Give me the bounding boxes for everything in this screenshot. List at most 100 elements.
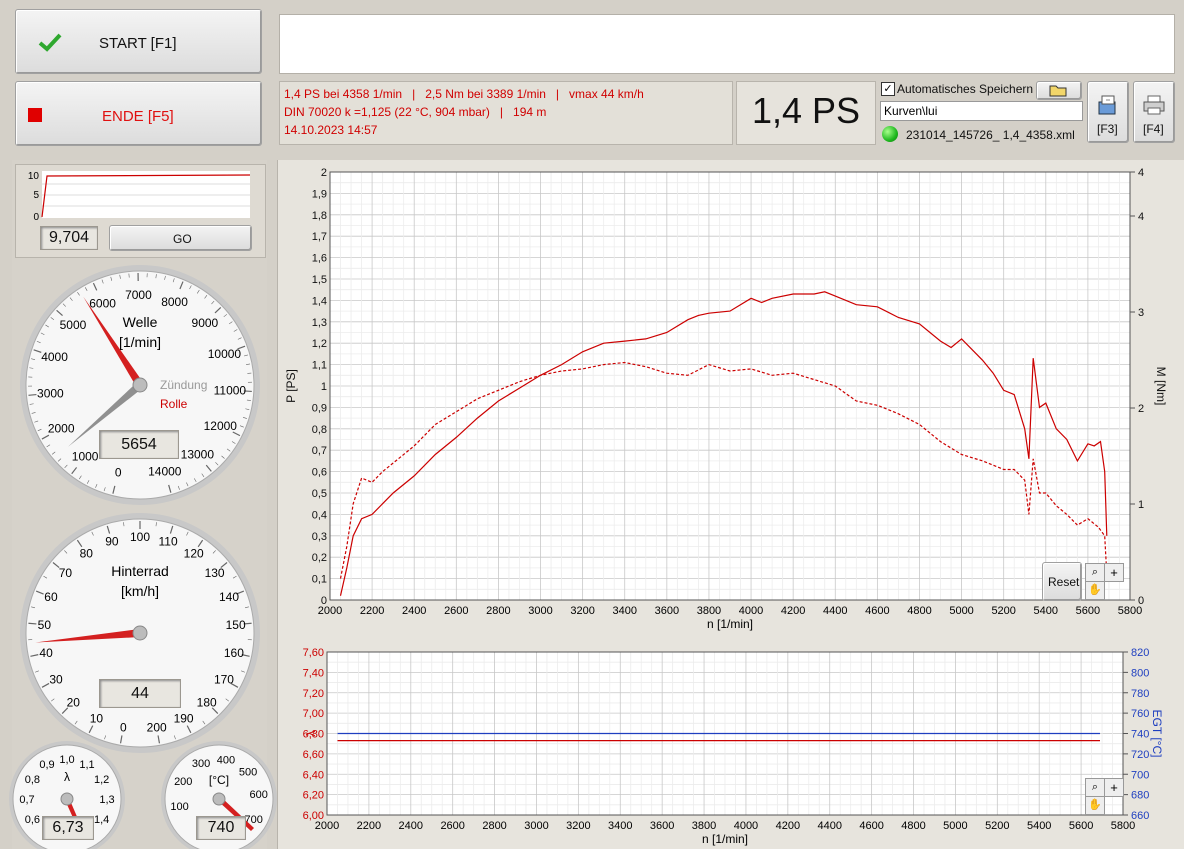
egt-unit: [°C] — [209, 773, 229, 787]
pan-hand-icon-2[interactable]: ✋ — [1085, 796, 1105, 815]
pan-hand-icon[interactable]: ✋ — [1085, 581, 1105, 600]
x-tick-label: 5600 — [1076, 605, 1100, 617]
spd-tick-label: 160 — [224, 646, 244, 660]
rpm-tick-label: 8000 — [161, 295, 188, 309]
x-tick-label: 5400 — [1034, 605, 1058, 617]
f4-button[interactable]: [F4] — [1133, 81, 1175, 143]
lam-tick-label: 0,6 — [25, 814, 40, 826]
f3-label: [F3] — [1097, 122, 1118, 136]
lambda-value: 6,73 — [42, 816, 94, 840]
y-tick-label: 1 — [321, 381, 327, 393]
rpm-tick-label: 7000 — [125, 288, 152, 302]
autosave-checkbox[interactable]: ✓ — [881, 82, 895, 96]
x-tick-label: 3600 — [650, 820, 674, 832]
start-button[interactable]: START [F1] — [15, 9, 262, 74]
result-line-3: 14.10.2023 14:57 — [284, 123, 378, 137]
y2-tick-label: 3 — [1138, 307, 1144, 319]
x-tick-label: 3200 — [566, 820, 590, 832]
x-tick-label: 2600 — [440, 820, 464, 832]
reset-zoom-button[interactable]: Reset — [1042, 562, 1082, 601]
mini-tick-0: 0 — [33, 212, 39, 223]
end-button[interactable]: ENDE [F5] — [15, 81, 262, 146]
zoom-tool-icon-2[interactable]: ⌕ — [1085, 778, 1105, 797]
egt-tick-label: 600 — [250, 789, 268, 801]
end-button-label: ENDE [F5] — [102, 108, 174, 125]
go-button-label: GO — [173, 232, 192, 246]
x-tick-label: 2200 — [360, 605, 384, 617]
f3-button[interactable]: [F3] — [1087, 81, 1129, 143]
x-tick-label: 2800 — [486, 605, 510, 617]
y-tick-label: 6,20 — [303, 790, 324, 802]
save-path-input[interactable] — [880, 101, 1083, 121]
y2-tick-label: 780 — [1131, 688, 1149, 700]
x-tick-label: 5600 — [1069, 820, 1093, 832]
y-tick-label: 7,40 — [303, 667, 324, 679]
rpm-tick-label: 9000 — [192, 316, 219, 330]
x-tick-label: 5000 — [943, 820, 967, 832]
x-tick-label: 4000 — [739, 605, 763, 617]
x-tick-label: 5200 — [991, 605, 1015, 617]
y2-tick-label: 820 — [1131, 647, 1149, 659]
y-tick-label: 0,3 — [312, 531, 327, 543]
y-tick-label: 7,00 — [303, 708, 324, 720]
checkmark-icon — [38, 33, 62, 52]
spd-tick-label: 60 — [44, 590, 58, 604]
result-info-panel: 1,4 PS bei 4358 1/min | 2,5 Nm bei 3389 … — [279, 81, 733, 145]
zoom-tool-icon[interactable]: ⌕ — [1085, 563, 1105, 582]
load-curve-icon — [1098, 95, 1116, 115]
power-display: 1,4 PS — [736, 81, 876, 145]
y2-tick-label: 1 — [1138, 499, 1144, 511]
lam-tick-label: 1,0 — [59, 754, 74, 766]
cursor-plus-icon[interactable]: + — [1104, 563, 1124, 582]
go-button[interactable]: GO — [109, 225, 252, 251]
y-tick-label: 1,5 — [312, 274, 327, 286]
rpm-gauge: 0 1000 2000 3000 4000 50006000 7000 8000 9000 100… — [20, 265, 260, 505]
lam-tick-label: 1,3 — [99, 794, 114, 806]
x-tick-label: 5000 — [949, 605, 973, 617]
spd-tick-label: 20 — [67, 695, 81, 709]
y-tick-label: 0,7 — [312, 445, 327, 457]
mini-chart: 10 5 0 — [28, 171, 251, 223]
y-tick-label: 1,6 — [312, 253, 327, 265]
rpm-tick-label: 13000 — [181, 448, 215, 462]
y2-tick-label: 0 — [1138, 595, 1144, 607]
roller-label: Rolle — [160, 397, 188, 411]
y-tick-label: 0,6 — [312, 467, 327, 479]
x-tick-label: 4200 — [781, 605, 805, 617]
spd-tick-label: 200 — [147, 721, 167, 735]
f4-label: [F4] — [1143, 122, 1164, 136]
y-tick-label: 7,20 — [303, 688, 324, 700]
spd-tick-mark — [28, 622, 37, 625]
lam-tick-label: 0,7 — [19, 794, 34, 806]
rpm-tick-label: 2000 — [48, 422, 75, 436]
speed-gauge: 0 10 20 30 40 50 6070 80 90 100 110 120130 140 150 160… — [20, 513, 260, 753]
egt-tick-label: 100 — [170, 801, 188, 813]
egt-tick-label: 200 — [174, 776, 192, 788]
y-tick-label: 6,40 — [303, 769, 324, 781]
cursor-plus-icon-2[interactable]: + — [1104, 778, 1124, 797]
spd-tick-label: 30 — [49, 673, 63, 687]
spd-tick-label: 70 — [59, 566, 73, 580]
spd-tick-label: 170 — [214, 673, 234, 687]
spd-tick-label: 110 — [158, 534, 177, 548]
spd-tick-label: 180 — [197, 695, 217, 709]
spd-tick-label: 190 — [174, 712, 194, 726]
spd-tick-label: 50 — [38, 618, 52, 632]
spd-tick-label: 150 — [226, 618, 246, 632]
x-tick-label: 2400 — [399, 820, 423, 832]
y-tick-label: 1,4 — [312, 295, 327, 307]
lambda-egt-chart: 2000 2200 2400 2600 2800 3000 3200 3400 3600 3800… — [303, 647, 1164, 846]
rpm-tick-label: 6000 — [89, 296, 116, 310]
rpm-tick-label: 1000 — [72, 450, 99, 464]
folder-icon — [1049, 85, 1067, 97]
rpm-tick-label: 12000 — [204, 419, 238, 433]
spd-tick-label: 40 — [39, 646, 53, 660]
egt-tick-label: 300 — [192, 758, 210, 770]
x-tick-label: 4400 — [817, 820, 841, 832]
speed-gauge-title: Hinterrad — [111, 563, 169, 579]
rpm-gauge-unit: [1/min] — [119, 334, 161, 350]
folder-button[interactable] — [1036, 81, 1082, 100]
y-tick-label: 0,1 — [312, 574, 327, 586]
x-tick-label: 3000 — [524, 820, 548, 832]
y-tick-label: 7,60 — [303, 647, 324, 659]
